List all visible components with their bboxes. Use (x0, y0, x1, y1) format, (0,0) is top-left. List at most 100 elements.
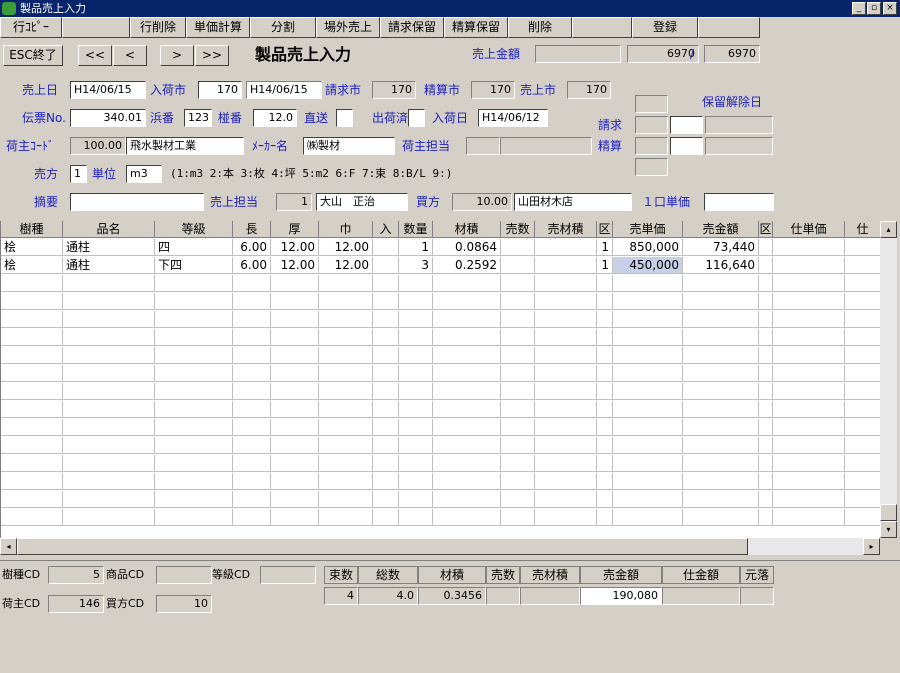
empty-cell[interactable] (271, 383, 319, 400)
empty-cell[interactable] (373, 347, 399, 364)
empty-cell[interactable] (597, 329, 613, 346)
empty-cell[interactable] (63, 491, 155, 508)
empty-cell[interactable] (613, 365, 683, 382)
cell-sell-price[interactable]: 850,000 (613, 239, 683, 256)
empty-cell[interactable] (501, 455, 535, 472)
empty-cell[interactable] (535, 419, 597, 436)
empty-cell[interactable] (271, 365, 319, 382)
register-button[interactable]: 登録 (632, 17, 698, 38)
next-button[interactable]: > (160, 45, 194, 66)
empty-cell[interactable] (683, 293, 759, 310)
empty-cell[interactable] (501, 401, 535, 418)
col-header-quantity[interactable]: 数量 (399, 221, 433, 238)
empty-cell[interactable] (535, 383, 597, 400)
empty-cell[interactable] (759, 455, 773, 472)
empty-cell[interactable] (155, 401, 233, 418)
empty-cell[interactable] (399, 329, 433, 346)
empty-cell[interactable] (535, 365, 597, 382)
empty-cell[interactable] (433, 329, 501, 346)
col-header-in[interactable]: 入 (373, 221, 399, 238)
unit-input[interactable]: m3 (126, 165, 162, 183)
empty-cell[interactable] (1, 455, 63, 472)
empty-cell[interactable] (63, 383, 155, 400)
empty-cell[interactable] (501, 311, 535, 328)
empty-cell[interactable] (845, 419, 880, 436)
empty-cell[interactable] (501, 293, 535, 310)
empty-cell[interactable] (535, 293, 597, 310)
empty-cell[interactable] (155, 329, 233, 346)
empty-cell[interactable] (845, 365, 880, 382)
cell-buy[interactable] (845, 257, 880, 274)
col-header-width[interactable]: 巾 (319, 221, 373, 238)
empty-cell[interactable] (597, 365, 613, 382)
hama-input[interactable]: 123 (184, 109, 212, 127)
empty-cell[interactable] (1, 491, 63, 508)
empty-cell[interactable] (319, 347, 373, 364)
empty-cell[interactable] (683, 401, 759, 418)
empty-cell[interactable] (373, 275, 399, 292)
empty-cell[interactable] (399, 437, 433, 454)
col-header-species[interactable]: 樹種 (1, 221, 63, 238)
empty-cell[interactable] (63, 455, 155, 472)
col-header-product[interactable]: 品名 (63, 221, 155, 238)
scroll-left-icon[interactable]: ◂ (0, 538, 17, 555)
delete-row-button[interactable]: 行削除 (130, 17, 186, 38)
restore-button[interactable]: ▫ (867, 2, 881, 15)
empty-cell[interactable] (535, 275, 597, 292)
cell-width[interactable]: 12.00 (319, 239, 373, 256)
horizontal-scrollbar[interactable]: ◂ ▸ (0, 538, 880, 555)
empty-cell[interactable] (433, 437, 501, 454)
cell-sell-qty[interactable] (501, 257, 535, 274)
buyer-name-input[interactable]: 山田材木店 (514, 193, 632, 211)
empty-cell[interactable] (271, 401, 319, 418)
scroll-right-icon[interactable]: ▸ (863, 538, 880, 555)
empty-cell[interactable] (613, 311, 683, 328)
empty-cell[interactable] (597, 383, 613, 400)
empty-cell[interactable] (759, 419, 773, 436)
empty-cell[interactable] (535, 347, 597, 364)
seller-type-input[interactable]: 1 (70, 165, 87, 183)
settlement-hold-button[interactable]: 精算保留 (444, 17, 508, 38)
empty-cell[interactable] (759, 473, 773, 490)
arrival-date-input[interactable]: H14/06/12 (478, 109, 548, 127)
empty-cell[interactable] (155, 311, 233, 328)
blank-button-3[interactable] (698, 17, 760, 38)
empty-cell[interactable] (845, 329, 880, 346)
empty-cell[interactable] (271, 347, 319, 364)
blank-button-2[interactable] (572, 17, 632, 38)
empty-cell[interactable] (1, 293, 63, 310)
empty-cell[interactable] (433, 347, 501, 364)
billing-hold-input[interactable] (670, 116, 703, 134)
memo-input[interactable] (70, 193, 204, 211)
empty-cell[interactable] (845, 311, 880, 328)
empty-cell[interactable] (1, 311, 63, 328)
empty-cell[interactable] (373, 311, 399, 328)
empty-cell[interactable] (433, 473, 501, 490)
empty-cell[interactable] (773, 329, 845, 346)
empty-cell[interactable] (535, 437, 597, 454)
empty-cell[interactable] (597, 293, 613, 310)
cell-length[interactable]: 6.00 (233, 239, 271, 256)
empty-cell[interactable] (63, 329, 155, 346)
offsite-sales-button[interactable]: 場外売上 (316, 17, 380, 38)
detail-grid[interactable]: 樹種 品名 等級長厚巾入数量 材積 売数 売材積区売単価 売金額区仕単価仕桧通柱四 6.00 1… (0, 221, 880, 538)
empty-cell[interactable] (1, 419, 63, 436)
empty-cell[interactable] (613, 347, 683, 364)
cell-in[interactable] (373, 239, 399, 256)
empty-cell[interactable] (535, 455, 597, 472)
slip-no-input[interactable]: 340.01 (70, 109, 146, 127)
empty-cell[interactable] (845, 401, 880, 418)
empty-cell[interactable] (501, 383, 535, 400)
empty-cell[interactable] (683, 491, 759, 508)
empty-cell[interactable] (597, 491, 613, 508)
empty-cell[interactable] (759, 437, 773, 454)
empty-cell[interactable] (501, 365, 535, 382)
empty-cell[interactable] (319, 329, 373, 346)
empty-cell[interactable] (683, 365, 759, 382)
cell-sell-price[interactable]: 450,000 (613, 257, 683, 274)
empty-cell[interactable] (155, 491, 233, 508)
empty-cell[interactable] (319, 437, 373, 454)
empty-cell[interactable] (433, 365, 501, 382)
empty-cell[interactable] (319, 491, 373, 508)
empty-cell[interactable] (597, 437, 613, 454)
